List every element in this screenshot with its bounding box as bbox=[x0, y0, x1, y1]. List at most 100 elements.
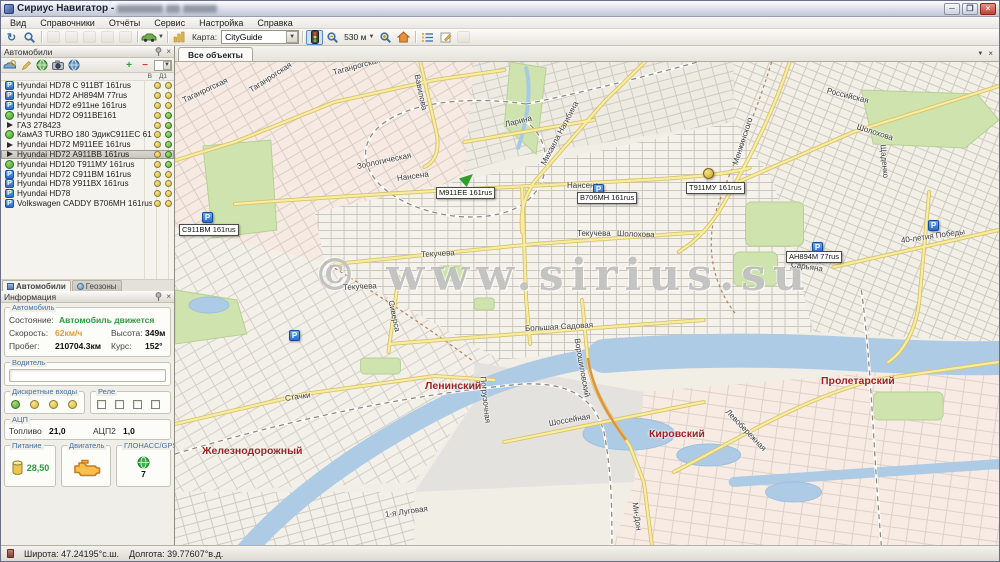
status-led bbox=[154, 151, 161, 158]
edit-vehicle-button[interactable] bbox=[19, 59, 33, 72]
minimize-button[interactable]: ─ bbox=[944, 3, 960, 15]
menu-item-Настройка[interactable]: Настройка bbox=[192, 17, 250, 28]
map-marker-parking[interactable]: P bbox=[928, 220, 939, 231]
status-column-b bbox=[152, 161, 163, 168]
vehicle-row[interactable]: PHyundai HD72 АН894М 77rus bbox=[1, 91, 174, 101]
toolbar-button-disabled[interactable] bbox=[455, 30, 472, 45]
map-street-label: Вавилова bbox=[413, 74, 429, 111]
status-led bbox=[165, 171, 172, 178]
chevron-down-icon: ▼ bbox=[163, 61, 171, 70]
map-marker-stopped[interactable] bbox=[703, 168, 714, 179]
satellites-count: 7 bbox=[141, 469, 146, 479]
menu-item-Сервис[interactable]: Сервис bbox=[147, 17, 192, 28]
photo-button[interactable] bbox=[51, 59, 65, 72]
menu-item-Справочники[interactable]: Справочники bbox=[33, 17, 102, 28]
vehicle-list-column-headers: В Д1 bbox=[1, 73, 174, 81]
toolbar-button-disabled[interactable] bbox=[117, 30, 134, 45]
status-led bbox=[165, 122, 172, 129]
vehicle-row[interactable]: Hyundai HD72 М911ЕЕ 161rus bbox=[1, 140, 174, 150]
scale-select[interactable]: 530 м ▼ bbox=[342, 32, 376, 42]
zoom-in-button[interactable] bbox=[377, 30, 394, 45]
status-column-b bbox=[152, 102, 163, 109]
toolbar-button-disabled[interactable] bbox=[99, 30, 116, 45]
vehicle-row[interactable]: Hyundai HD120 Т911МУ 161rus bbox=[1, 159, 174, 169]
arrow-icon bbox=[4, 151, 15, 157]
input-led bbox=[68, 400, 77, 409]
find-vehicle-button[interactable] bbox=[3, 59, 17, 72]
status-led bbox=[165, 92, 172, 99]
tab-close-icon[interactable]: × bbox=[988, 49, 993, 58]
map-street-label: Щаденко bbox=[879, 144, 891, 178]
menu-item-Отчёты[interactable]: Отчёты bbox=[102, 17, 147, 28]
map-marker-parking[interactable]: P bbox=[289, 330, 300, 341]
pin-icon[interactable] bbox=[155, 292, 162, 301]
relay-checkbox[interactable] bbox=[115, 400, 124, 409]
vehicle-label: Hyundai HD78 С 911ВТ 161rus bbox=[17, 81, 152, 90]
relay-checkbox[interactable] bbox=[151, 400, 160, 409]
status-led bbox=[165, 141, 172, 148]
pin-icon[interactable] bbox=[155, 47, 162, 56]
toolbar-button-disabled[interactable] bbox=[63, 30, 80, 45]
menu-item-Справка[interactable]: Справка bbox=[250, 17, 299, 28]
refresh-icon: ↻ bbox=[7, 31, 16, 44]
toolbar-button-disabled[interactable] bbox=[45, 30, 62, 45]
map-marker-parking[interactable]: P bbox=[202, 212, 213, 223]
list-button[interactable] bbox=[419, 30, 436, 45]
map-overlay: © www.sirius.su ТаганрогскаяТаганрогская… bbox=[175, 62, 999, 545]
vehicle-row[interactable]: PHyundai HD72 С911ВМ 161rus bbox=[1, 169, 174, 179]
vehicle-row[interactable]: PHyundai HD78 С 911ВТ 161rus bbox=[1, 81, 174, 91]
chart-button[interactable] bbox=[171, 30, 188, 45]
status-led bbox=[154, 122, 161, 129]
edit-note-button[interactable] bbox=[437, 30, 454, 45]
map-street-label: Текучева bbox=[421, 248, 455, 259]
relay-checkbox[interactable] bbox=[133, 400, 142, 409]
refresh-button[interactable]: ↻ bbox=[3, 30, 20, 45]
map-select[interactable]: CityGuide ▼ bbox=[221, 30, 299, 44]
tab-menu-icon[interactable]: ▼ bbox=[977, 51, 983, 57]
panel-close-icon[interactable]: × bbox=[166, 292, 171, 301]
vehicle-row[interactable]: КамАЗ TURBO 180 ЭдикС911ЕС 61rus bbox=[1, 130, 174, 140]
relay-checkbox[interactable] bbox=[97, 400, 106, 409]
list-filter-select[interactable]: ▼ bbox=[154, 60, 172, 71]
vehicle-row[interactable]: PHyundai HD72 е911не 161rus bbox=[1, 101, 174, 111]
vehicle-row[interactable]: PHyundai HD78 У911ВХ 161rus bbox=[1, 179, 174, 189]
vehicle-row[interactable]: Hyundai HD72 О911ВЕ161 bbox=[1, 110, 174, 120]
edit-icon bbox=[440, 31, 452, 43]
tab-vehicles[interactable]: Автомобили bbox=[2, 280, 71, 291]
menu-item-Вид[interactable]: Вид bbox=[3, 17, 33, 28]
status-led bbox=[165, 200, 172, 207]
parking-icon: P bbox=[4, 101, 15, 110]
traffic-light-toggle[interactable] bbox=[306, 30, 323, 45]
search-button[interactable] bbox=[21, 30, 38, 45]
vehicle-row[interactable]: PHyundai HD78 bbox=[1, 189, 174, 199]
add-vehicle-button[interactable]: + bbox=[122, 59, 136, 72]
home-button[interactable] bbox=[395, 30, 412, 45]
track-on-map-button[interactable] bbox=[35, 59, 49, 72]
remove-vehicle-button[interactable]: − bbox=[138, 59, 152, 72]
vehicle-info-group: Автомобиль Состояние:Автомобиль движется… bbox=[4, 307, 171, 357]
status-column-b bbox=[152, 200, 163, 207]
map-street-label: Таганрогская bbox=[181, 76, 229, 105]
vehicle-list[interactable]: PHyundai HD78 С 911ВТ 161rusPHyundai HD7… bbox=[1, 81, 174, 279]
map-tab-all-objects[interactable]: Все объекты bbox=[178, 47, 253, 61]
chevron-down-icon[interactable]: ▼ bbox=[286, 31, 298, 43]
main-toolbar: ↻ ▼ Карта: CityGuide ▼ 530 bbox=[1, 29, 999, 46]
web-button[interactable] bbox=[67, 59, 81, 72]
vehicle-row[interactable]: Hyundai HD72 А911ВВ 161rus bbox=[1, 150, 174, 160]
tab-geozones[interactable]: Геозоны bbox=[72, 280, 122, 291]
column-header-d1: Д1 bbox=[159, 73, 167, 80]
course-value: 152° bbox=[145, 340, 166, 353]
info-panel-title: Информация bbox=[4, 292, 56, 302]
toolbar-button-disabled[interactable] bbox=[81, 30, 98, 45]
map-marker-arrow[interactable] bbox=[459, 174, 473, 187]
zoom-out-button[interactable] bbox=[324, 30, 341, 45]
map-viewport[interactable]: © www.sirius.su ТаганрогскаяТаганрогская… bbox=[175, 62, 999, 545]
vehicle-menu-button[interactable]: ▼ bbox=[141, 30, 164, 45]
panel-close-icon[interactable]: × bbox=[166, 47, 171, 56]
close-button[interactable]: × bbox=[980, 3, 996, 15]
maximize-button[interactable]: ❐ bbox=[962, 3, 978, 15]
vehicle-row[interactable]: ГАЗ 278423 bbox=[1, 120, 174, 130]
vehicle-row[interactable]: PVolkswagen CADDY В706МН 161rus bbox=[1, 199, 174, 209]
relay-group: Реле bbox=[90, 391, 171, 414]
status-column-d1 bbox=[163, 171, 174, 178]
